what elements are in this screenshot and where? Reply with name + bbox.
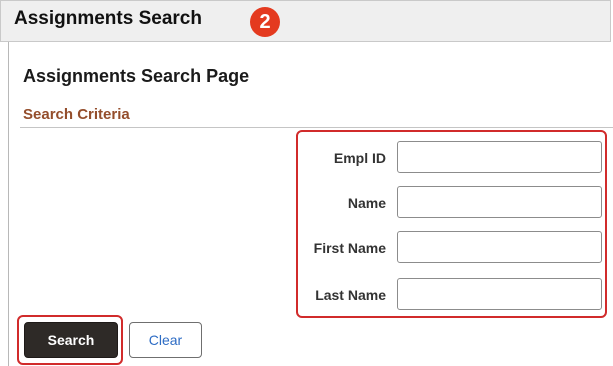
first-name-input[interactable] [397,231,602,263]
empl-id-input[interactable] [397,141,602,173]
last-name-input[interactable] [397,278,602,310]
page-header-bar: Assignments Search 2 [0,0,611,42]
name-input[interactable] [397,186,602,218]
step-number-badge: 2 [250,7,280,37]
name-label: Name [347,195,386,211]
empl-id-label: Empl ID [333,150,386,166]
clear-button[interactable]: Clear [129,322,202,358]
first-name-label: First Name [313,240,386,256]
search-button[interactable]: Search [24,322,118,358]
section-title-search-criteria: Search Criteria [23,106,130,123]
section-divider [20,127,613,128]
header-title: Assignments Search [14,8,202,29]
last-name-label: Last Name [315,287,386,303]
left-border [8,42,9,366]
page-title: Assignments Search Page [23,66,250,86]
